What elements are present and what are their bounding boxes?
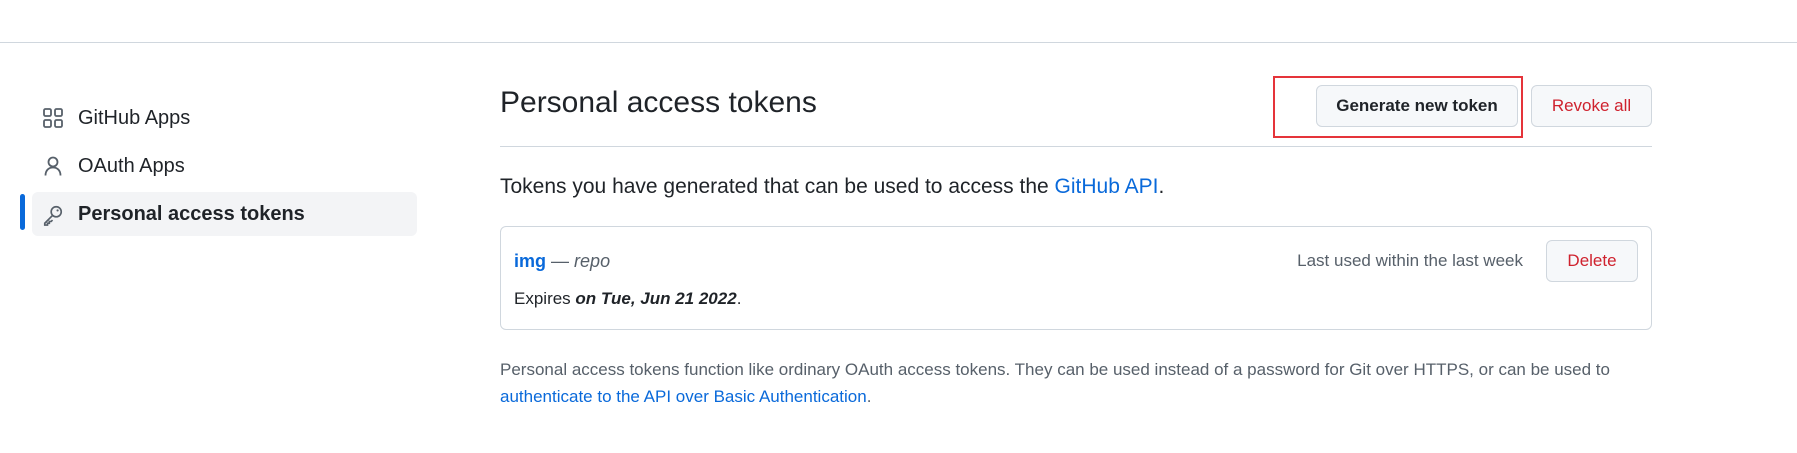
token-title: img — repo — [514, 251, 610, 272]
token-last-used: Last used within the last week — [1297, 251, 1523, 270]
person-icon — [42, 155, 64, 177]
description-text: Tokens you have generated that can be us… — [500, 175, 1055, 198]
main-content: Personal access tokens Generate new toke… — [500, 72, 1652, 406]
sidebar-item-personal-access-tokens[interactable]: Personal access tokens — [20, 192, 417, 236]
note-suffix: . — [866, 387, 872, 406]
apps-grid-icon — [42, 107, 64, 129]
page-header: Personal access tokens Generate new toke… — [500, 72, 1652, 147]
basic-auth-link[interactable]: authenticate to the API over Basic Authe… — [500, 387, 867, 406]
token-item: img — repo Expires on Tue, Jun 21 2022. … — [500, 226, 1652, 330]
token-name-link[interactable]: img — [514, 251, 546, 271]
delete-token-button[interactable]: Delete — [1546, 240, 1638, 282]
settings-sidebar: GitHub Apps OAuth Apps Personal access t… — [20, 96, 417, 240]
page-title: Personal access tokens — [500, 86, 817, 119]
sidebar-item-github-apps[interactable]: GitHub Apps — [32, 96, 417, 140]
tokens-description: Tokens you have generated that can be us… — [500, 175, 1164, 199]
token-separator: — — [551, 251, 570, 271]
generate-new-token-button[interactable]: Generate new token — [1316, 85, 1518, 127]
top-bar — [0, 0, 1797, 43]
expires-suffix: . — [736, 289, 742, 308]
revoke-all-button[interactable]: Revoke all — [1531, 85, 1652, 127]
expires-date: on Tue, Jun 21 2022 — [575, 289, 737, 308]
token-scope: repo — [574, 251, 611, 271]
sidebar-item-label: GitHub Apps — [78, 106, 191, 129]
sidebar-item-oauth-apps[interactable]: OAuth Apps — [32, 144, 417, 188]
key-icon — [42, 203, 64, 226]
note-text: Personal access tokens function like ord… — [500, 360, 1610, 379]
sidebar-item-label: Personal access tokens — [78, 202, 305, 225]
sidebar-item-label: OAuth Apps — [78, 154, 185, 177]
description-suffix: . — [1158, 175, 1165, 198]
tokens-note: Personal access tokens function like ord… — [500, 356, 1660, 410]
github-api-link[interactable]: GitHub API — [1055, 175, 1159, 198]
expires-label: Expires — [514, 289, 576, 308]
token-expiry: Expires on Tue, Jun 21 2022. — [514, 289, 741, 309]
